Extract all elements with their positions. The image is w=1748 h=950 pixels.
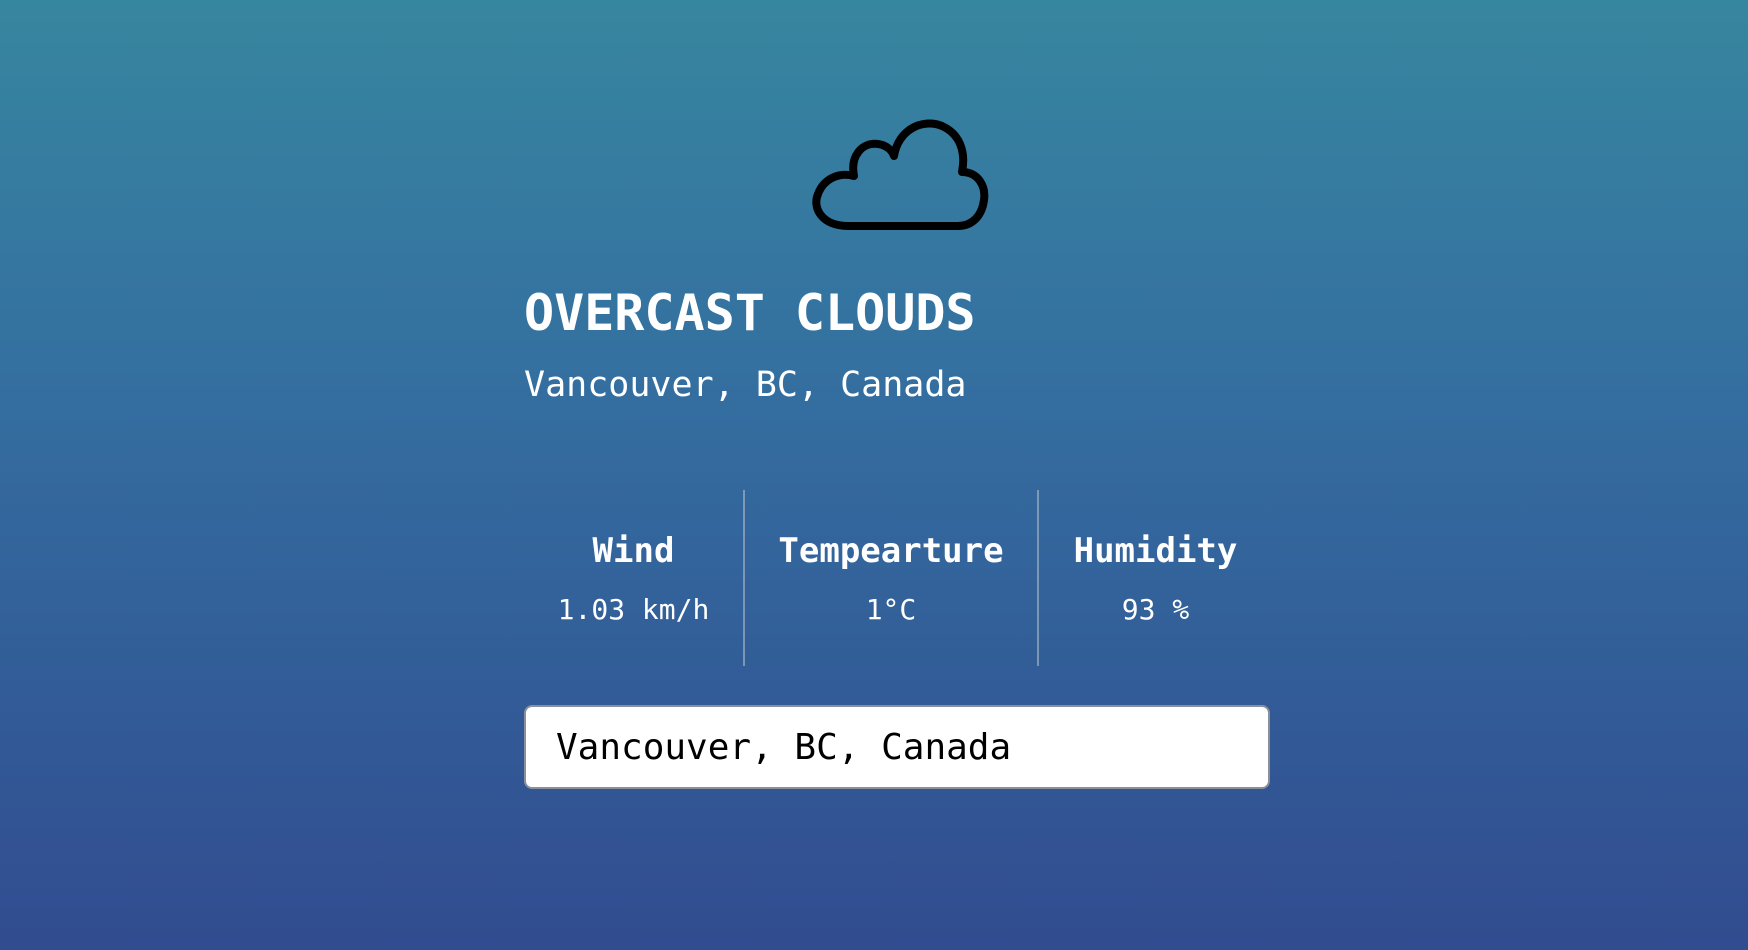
- temperature-label: Tempearture: [778, 530, 1004, 571]
- temperature-value: 1°C: [865, 592, 917, 626]
- cloud-icon: [812, 119, 989, 230]
- wind-label: Wind: [592, 530, 675, 571]
- temperature-stat: Tempearture 1°C: [745, 490, 1037, 666]
- weather-condition: OVERCAST CLOUDS: [524, 284, 976, 342]
- wind-stat: Wind 1.03 km/h: [524, 490, 743, 666]
- wind-value: 1.03 km/h: [557, 592, 710, 626]
- weather-stats: Wind 1.03 km/h Tempearture 1°C Humidity …: [524, 490, 1272, 666]
- search-box: [524, 705, 1270, 789]
- location-label: Vancouver, BC, Canada: [524, 365, 967, 405]
- humidity-stat: Humidity 93 %: [1039, 490, 1272, 666]
- humidity-value: 93 %: [1121, 592, 1190, 626]
- location-search-input[interactable]: [556, 707, 1268, 787]
- humidity-label: Humidity: [1073, 530, 1238, 571]
